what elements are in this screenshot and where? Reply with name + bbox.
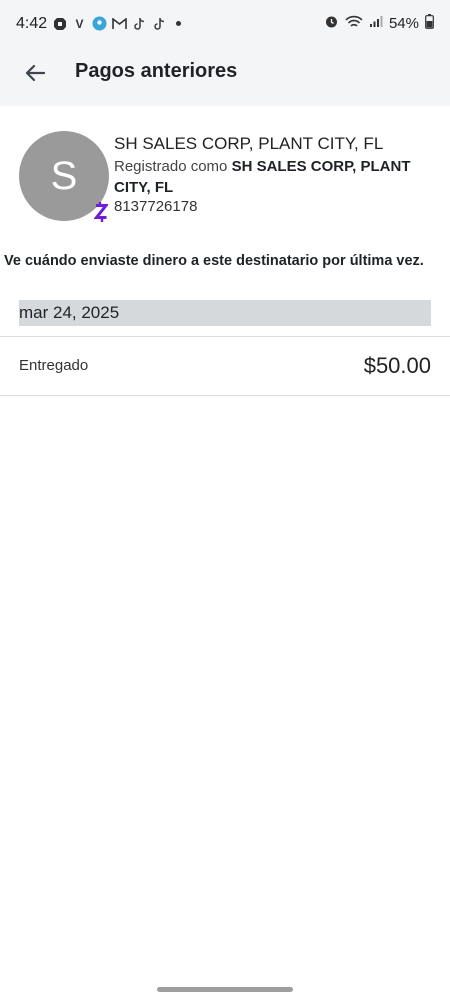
- signal-icon: [369, 15, 383, 32]
- payment-date-header: mar 24, 2025: [19, 300, 431, 326]
- avatar-initial: S: [50, 153, 78, 198]
- tiktok-icon: [152, 16, 167, 31]
- page-title: Pagos anteriores: [75, 60, 238, 82]
- payment-status: Entregado: [19, 357, 89, 374]
- registered-prefix: Registrado como: [114, 158, 232, 175]
- divider: [0, 395, 450, 396]
- wifi-icon: [345, 15, 363, 33]
- recipient-name: SH SALES CORP, PLANT CITY, FL: [114, 134, 384, 153]
- notification-icons: V: [52, 16, 181, 31]
- battery-percent: 54%: [388, 15, 419, 32]
- payment-amount: $50.00: [363, 353, 431, 378]
- alarm-icon: [324, 14, 339, 33]
- gmail-icon: [112, 16, 127, 31]
- recipient-registered-as: Registrado como SH SALES CORP, PLANT CIT…: [114, 156, 434, 198]
- tiktok-icon: [132, 16, 147, 31]
- verizon-icon: V: [75, 16, 84, 31]
- back-button[interactable]: [18, 58, 52, 92]
- more-notifications-dot: [176, 21, 181, 26]
- recipient-phone: 8137726178: [114, 198, 198, 215]
- gesture-nav-handle[interactable]: [157, 987, 293, 992]
- arrow-left-icon: [23, 61, 47, 90]
- app-bar: Pagos anteriores: [0, 52, 450, 106]
- status-time: 4:42: [16, 15, 48, 32]
- system-icons: 54%: [324, 14, 434, 33]
- chase-icon: [52, 16, 67, 31]
- payment-row[interactable]: Entregado $50.00: [0, 337, 450, 395]
- status-bar: 4:42 V 54%: [0, 0, 450, 52]
- battery-icon: [425, 14, 434, 33]
- location-icon: [92, 16, 107, 31]
- info-text: Ve cuándo enviaste dinero a este destina…: [4, 253, 424, 269]
- zelle-icon: [90, 200, 112, 224]
